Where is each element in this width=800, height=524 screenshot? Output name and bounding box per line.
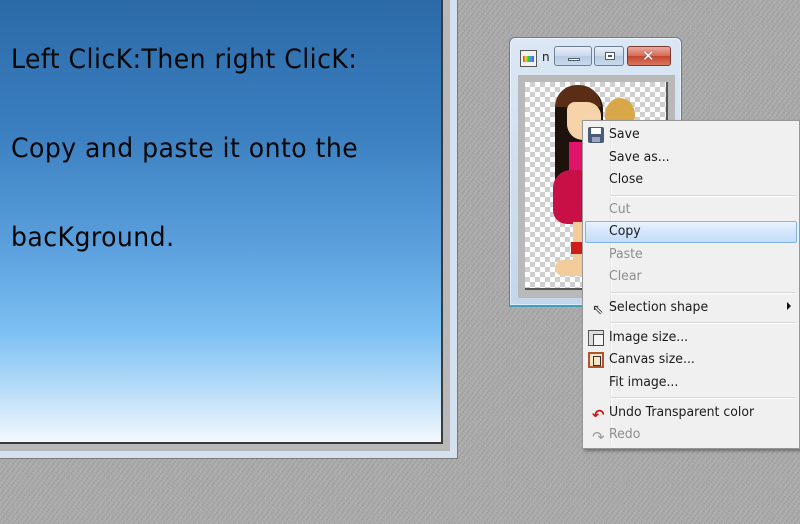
context-menu: Save Save as... Close Cut Copy Paste Cle… [582,120,800,449]
canvas-size-icon [588,352,604,368]
maximize-icon [605,52,615,60]
menu-item-cut[interactable]: Cut [585,199,797,221]
menu-item-label: Undo Transparent color [609,405,755,420]
instruction-line: bacKground. [11,222,175,253]
image-size-icon [588,330,604,346]
menu-item-label: Selection shape [609,300,709,315]
menu-item-label: Paste [609,247,643,262]
menu-item-redo[interactable]: ↷ Redo [585,424,797,446]
menu-item-save[interactable]: Save [585,124,797,146]
menu-item-canvas-size[interactable]: Canvas size... [585,349,797,371]
minimize-button[interactable] [554,46,592,66]
menu-item-image-size[interactable]: Image size... [585,327,797,349]
menu-item-label: Close [609,172,644,187]
menu-item-label: Redo [609,427,641,442]
menu-item-close[interactable]: Close [585,169,797,191]
close-icon: ✕ [642,47,655,65]
menu-item-paste[interactable]: Paste [585,244,797,266]
minimize-icon [568,58,580,61]
menu-item-label: Cut [609,202,631,217]
menu-separator [610,397,796,399]
menu-item-label: Save as... [609,150,670,165]
instruction-line: Left ClicK:Then right ClicK: [11,44,358,75]
submenu-arrow-icon [787,302,791,310]
instruction-line: Copy and paste it onto the [11,133,359,164]
menu-separator [610,292,796,294]
canvas-window: Left ClicK:Then right ClicK: Copy and pa… [0,0,458,459]
undo-icon: ↶ [592,406,605,424]
menu-item-clear[interactable]: Clear [585,266,797,288]
menu-item-selection-shape[interactable]: ⇖ Selection shape [585,297,797,319]
menu-item-undo[interactable]: ↶ Undo Transparent color [585,402,797,424]
menu-item-label: Image size... [609,330,689,345]
menu-item-fit-image[interactable]: Fit image... [585,372,797,394]
window-title: n [542,50,550,64]
image-file-icon[interactable] [520,50,537,67]
menu-item-label: Copy [609,224,641,239]
close-button[interactable]: ✕ [627,46,671,66]
menu-item-copy[interactable]: Copy [585,221,797,243]
menu-item-label: Canvas size... [609,352,695,367]
canvas-image[interactable]: Left ClicK:Then right ClicK: Copy and pa… [0,0,443,444]
menu-separator [610,322,796,324]
pointer-icon: ⇖ [592,302,604,318]
menu-item-label: Fit image... [609,375,679,390]
save-icon [588,127,604,143]
menu-item-save-as[interactable]: Save as... [585,147,797,169]
redo-icon: ↷ [592,428,605,446]
maximize-button[interactable] [594,46,624,66]
menu-item-label: Clear [609,269,642,284]
menu-item-label: Save [609,127,640,142]
menu-separator [610,195,796,197]
